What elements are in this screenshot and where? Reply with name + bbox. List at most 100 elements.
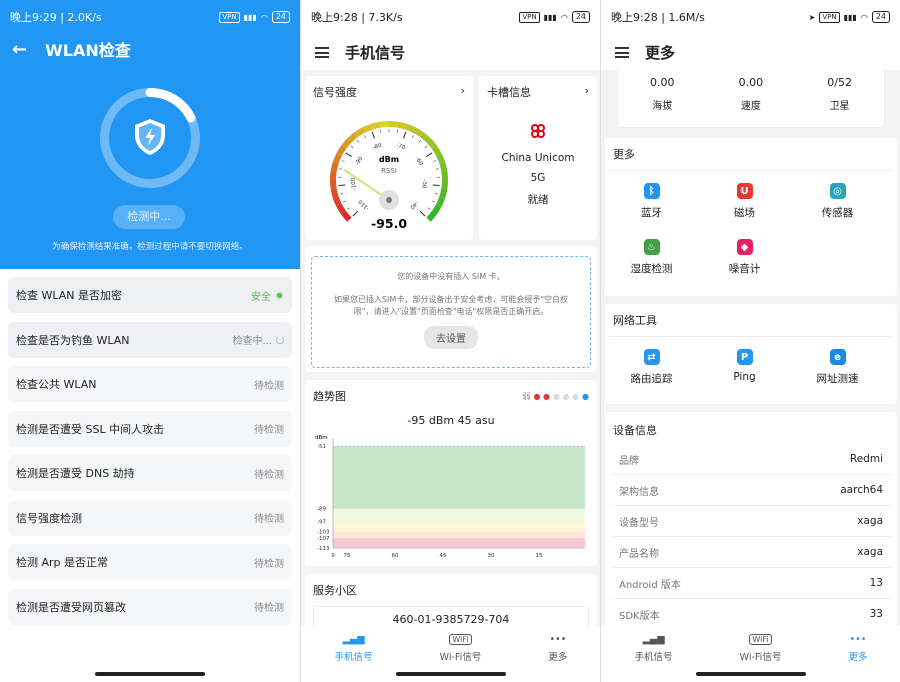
- gauge-tick: [364, 135, 367, 139]
- gauge-arc: [431, 145, 442, 156]
- device-info-card: 设备信息 品牌 Redmi 架构信息 aarch64 设备型号 xaga 产品名称 xaga A…: [605, 412, 897, 634]
- list-item[interactable]: 检测是否遭受网页篡改 待检测: [8, 588, 292, 625]
- card-title: 趋势图: [313, 390, 346, 403]
- go-settings-button[interactable]: 去设置: [424, 326, 478, 349]
- list-item[interactable]: 检查 WLAN 是否加密 安全: [8, 277, 292, 313]
- serving-cell-card: 服务小区 460-01-9385729-704: [305, 574, 597, 634]
- tab-label: Wi-Fi信号: [439, 652, 482, 663]
- carrier-name: China Unicom: [501, 152, 575, 164]
- shield-icon: [135, 119, 165, 155]
- tab-label: Wi-Fi信号: [739, 652, 782, 663]
- signal-gauge: -110-100-90-80 -70-60-50-40dBmRSSI-95.0: [330, 121, 448, 231]
- gauge-arc: [330, 161, 339, 172]
- gauge-arc: [426, 211, 437, 222]
- device-info-row: 设备型号 xaga: [611, 506, 891, 537]
- item-status: 检查中...: [232, 336, 272, 347]
- gauge-arc: [439, 161, 448, 172]
- gauge-unit: dBm: [379, 155, 399, 164]
- list-item[interactable]: 检查是否为钓鱼 WLAN 检查中...: [8, 321, 292, 358]
- tool-bluetooth[interactable]: ᛒ 蓝牙: [605, 183, 698, 239]
- tool-label: 路由追踪: [630, 373, 673, 385]
- gauge-arc: [336, 204, 347, 215]
- sim-detail: 如果您已插入SIM卡，部分设备出于安全考虑，可能会授予"空白权限"，请进入"设置…: [333, 295, 569, 316]
- tab-wifi-signal[interactable]: WiFi Wi-Fi信号: [739, 634, 782, 663]
- tab-mobile-signal[interactable]: ▂▄▆ 手机信号: [635, 634, 673, 663]
- status-time: 晚上9:29 | 2.0K/s: [10, 11, 102, 24]
- gauge-tick-label: -50: [420, 179, 427, 189]
- chevron-right-icon: ›: [584, 84, 589, 97]
- device-info-row: 架构信息 aarch64: [611, 475, 891, 506]
- tab-label: 手机信号: [634, 652, 673, 663]
- tool-noise[interactable]: ◆ 噪音计: [698, 239, 791, 295]
- trend-y-label: dBm: [315, 435, 328, 441]
- item-label: 检查公共 WLAN: [16, 378, 97, 391]
- menu-icon[interactable]: [615, 46, 629, 58]
- list-item[interactable]: 检测是否遭受 DNS 劫持 待检测: [8, 455, 292, 491]
- gauge-arc: [388, 121, 399, 128]
- list-item[interactable]: 信号强度检测 待检测: [8, 499, 292, 536]
- tab-more[interactable]: ••• 更多: [548, 634, 567, 663]
- item-label: 检测 Arp 是否正常: [16, 556, 109, 569]
- list-item[interactable]: 检测是否遭受 SSL 中间人攻击 待检测: [8, 410, 292, 447]
- tool-ping[interactable]: P Ping: [698, 349, 791, 405]
- tool-magnet[interactable]: U 磁场: [698, 183, 791, 239]
- vpn-icon: VPN: [519, 11, 540, 23]
- page-title: 手机信号: [345, 43, 406, 62]
- trend-y-tick: -103: [317, 530, 330, 536]
- info-value: 13: [869, 577, 883, 589]
- gauge-tick: [356, 139, 360, 143]
- tool-speedtest[interactable]: e 网址测速: [791, 349, 884, 405]
- tool-humidity[interactable]: ♨ 湿度检测: [605, 239, 698, 295]
- stat-speed: 0.00 速度: [739, 76, 764, 112]
- tab-more[interactable]: ••• 更多: [848, 634, 867, 663]
- gauge-arc: [441, 170, 448, 181]
- sim-slot-card[interactable]: 卡槽信息 › China Unicom 5G 就绪: [479, 76, 597, 240]
- china-unicom-logo: [531, 124, 545, 138]
- tool-sensor[interactable]: ◎ 传感器: [791, 183, 884, 239]
- list-item[interactable]: 检测 Arp 是否正常 待检测: [8, 544, 292, 580]
- gauge-tick: [433, 160, 437, 162]
- gauge-arc: [426, 138, 437, 149]
- gauge-arc: [332, 196, 342, 207]
- location-icon: ➤: [808, 12, 816, 22]
- gauge-arc: [405, 123, 416, 133]
- page-title: 更多: [645, 43, 676, 62]
- gauge-tick-label: -90: [354, 156, 364, 167]
- gauge-tick: [345, 152, 353, 158]
- trend-card: 趋势图 弱 ● ● ● ● ● ● -95 dBm 45 asu dBm -51 -89-…: [305, 380, 597, 566]
- stat-satellite: 0/52 卫星: [827, 76, 852, 112]
- wifi-tab-icon: WiFi: [449, 634, 472, 645]
- gauge-arc: [330, 179, 337, 190]
- gauge-arc: [431, 204, 442, 215]
- wifi-icon: ◠: [260, 12, 268, 22]
- info-icon[interactable]: ●: [582, 392, 589, 401]
- signal-icon: ▮▮▮: [843, 12, 857, 22]
- wlan-header: 晚上9:29 | 2.0K/s VPN ▮▮▮ ◠ 24 ← WLAN检查 检测中..…: [0, 0, 300, 269]
- gps-stats-card: 0.00 海拔 0.00 速度 0/52 卫星: [617, 68, 885, 128]
- signal-strength-card[interactable]: 信号强度 › -110 -100 -90 -80 -70 -60 -50 -40 dBm RSSI -…: [305, 76, 473, 240]
- tab-label: 更多: [548, 652, 568, 663]
- gauge-tick: [432, 200, 436, 203]
- gauge-hub-center: [386, 197, 392, 203]
- humidity-icon: ♨: [643, 239, 660, 255]
- noise-icon: ◆: [736, 239, 753, 255]
- detecting-button[interactable]: 检测中...: [113, 205, 185, 229]
- tool-route[interactable]: ⇄ 路由追踪: [605, 349, 698, 405]
- stat-value: 0/52: [827, 76, 852, 89]
- trend-band: [333, 508, 585, 522]
- list-item[interactable]: 检查公共 WLAN 待检测: [8, 366, 292, 402]
- tab-wifi-signal[interactable]: WiFi Wi-Fi信号: [439, 634, 482, 663]
- menu-icon[interactable]: [315, 46, 329, 58]
- back-arrow-icon[interactable]: ←: [12, 39, 27, 60]
- gauge-tick: [402, 131, 407, 139]
- tab-label: 更多: [848, 652, 868, 663]
- gauge-arc: [441, 179, 448, 190]
- item-label: 检测是否遭受网页篡改: [16, 600, 126, 614]
- home-indicator: [696, 672, 806, 676]
- card-title: 服务小区: [313, 584, 357, 597]
- tab-mobile-signal[interactable]: ▂▄▆ 手机信号: [335, 634, 373, 663]
- gauge-tick: [432, 184, 440, 187]
- gauge-arc: [379, 121, 390, 128]
- device-info-row: 产品名称 xaga: [611, 537, 891, 568]
- trend-x-tick: 30: [488, 553, 495, 559]
